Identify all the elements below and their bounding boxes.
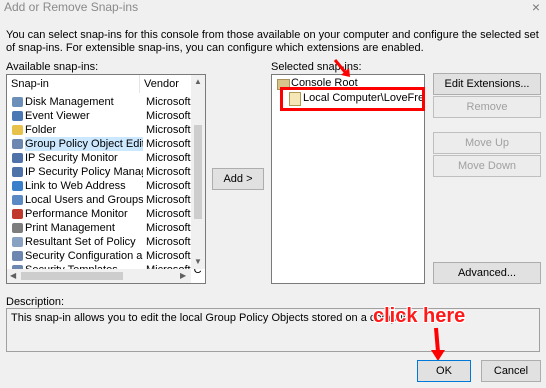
security-config-icon xyxy=(12,251,23,261)
description-label: Description: xyxy=(6,296,65,308)
add-button[interactable]: Add > xyxy=(212,168,264,190)
event-viewer-icon xyxy=(12,111,23,121)
list-item[interactable]: Performance MonitorMicrosoft Cor xyxy=(7,207,202,221)
performance-icon xyxy=(12,209,23,219)
list-item[interactable]: Local Users and GroupsMicrosoft Cor xyxy=(7,193,202,207)
list-item[interactable]: IP Security MonitorMicrosoft Cor xyxy=(7,151,202,165)
web-link-icon xyxy=(12,181,23,191)
scroll-left-icon[interactable]: ◀ xyxy=(10,272,16,280)
list-item[interactable]: Event ViewerMicrosoft Cor xyxy=(7,109,202,123)
snapin-name: Group Policy Object Editor xyxy=(25,137,143,151)
list-item[interactable]: FolderMicrosoft Cor xyxy=(7,123,202,137)
snapin-name: Resultant Set of Policy xyxy=(25,236,136,248)
scroll-down-icon[interactable]: ▼ xyxy=(194,258,202,266)
policy-icon xyxy=(12,139,23,149)
security-policy-icon xyxy=(12,167,23,177)
list-item[interactable]: Resultant Set of PolicyMicrosoft Cor xyxy=(7,235,202,249)
users-icon xyxy=(12,195,23,205)
printer-icon xyxy=(12,223,23,233)
annotation-arrow-down-icon xyxy=(431,327,445,361)
highlight-box xyxy=(280,87,425,111)
list-item[interactable]: Group Policy Object EditorMicrosoft Cor xyxy=(7,137,202,151)
security-monitor-icon xyxy=(12,153,23,163)
scroll-up-icon[interactable]: ▲ xyxy=(194,78,202,86)
cancel-button[interactable]: Cancel xyxy=(481,360,541,382)
scroll-right-icon[interactable]: ▶ xyxy=(180,272,186,280)
snapin-name: Performance Monitor xyxy=(25,208,128,220)
snapin-name: Disk Management xyxy=(25,96,114,108)
list-item[interactable]: Print ManagementMicrosoft Cor xyxy=(7,221,202,235)
remove-button[interactable]: Remove xyxy=(433,96,541,118)
annotation-arrow-icon xyxy=(333,59,350,77)
folder-icon xyxy=(12,125,23,135)
available-snapins-label: Available snap-ins: xyxy=(6,61,99,73)
vertical-scrollbar[interactable]: ▲ ▼ xyxy=(191,75,205,269)
edit-extensions-button[interactable]: Edit Extensions... xyxy=(433,73,541,95)
snapin-name: Link to Web Address xyxy=(25,180,126,192)
snapin-name: IP Security Policy Manag... xyxy=(25,166,143,178)
move-down-button[interactable]: Move Down xyxy=(433,155,541,177)
intro-text: You can select snap-ins for this console… xyxy=(6,29,539,54)
snapin-name: Event Viewer xyxy=(25,110,90,122)
list-item[interactable]: Disk ManagementMicrosoft and xyxy=(7,95,202,109)
snapin-name: Security Configuration a... xyxy=(25,250,143,262)
list-item[interactable]: Security Configuration a...Microsoft Cor xyxy=(7,249,202,263)
list-item[interactable]: Link to Web AddressMicrosoft Cor xyxy=(7,179,202,193)
horizontal-scrollbar[interactable]: ◀ ▶ xyxy=(7,269,191,283)
window-title: Add or Remove Snap-ins xyxy=(4,0,139,14)
snapin-name: IP Security Monitor xyxy=(25,152,118,164)
close-icon[interactable]: × xyxy=(532,0,540,15)
snapin-name: Print Management xyxy=(25,222,115,234)
available-snapins-list[interactable]: Snap-in Vendor Disk Management Microsoft … xyxy=(6,74,206,284)
description-text: This snap-in allows you to edit the loca… xyxy=(11,312,419,324)
advanced-button[interactable]: Advanced... xyxy=(433,262,541,284)
snapin-name: Folder xyxy=(25,124,57,136)
move-up-button[interactable]: Move Up xyxy=(433,132,541,154)
click-here-annotation: click here xyxy=(373,305,466,327)
column-header-vendor[interactable]: Vendor xyxy=(139,75,179,93)
rsop-icon xyxy=(12,237,23,247)
disk-icon xyxy=(12,97,23,107)
column-header-snapin[interactable]: Snap-in xyxy=(11,75,49,93)
list-item[interactable]: IP Security Policy Manag...Microsoft Cor xyxy=(7,165,202,179)
vertical-scroll-thumb[interactable] xyxy=(194,125,202,219)
ok-button[interactable]: OK xyxy=(417,360,471,382)
snapin-name: Local Users and Groups xyxy=(25,194,143,206)
horizontal-scroll-thumb[interactable] xyxy=(21,272,123,280)
